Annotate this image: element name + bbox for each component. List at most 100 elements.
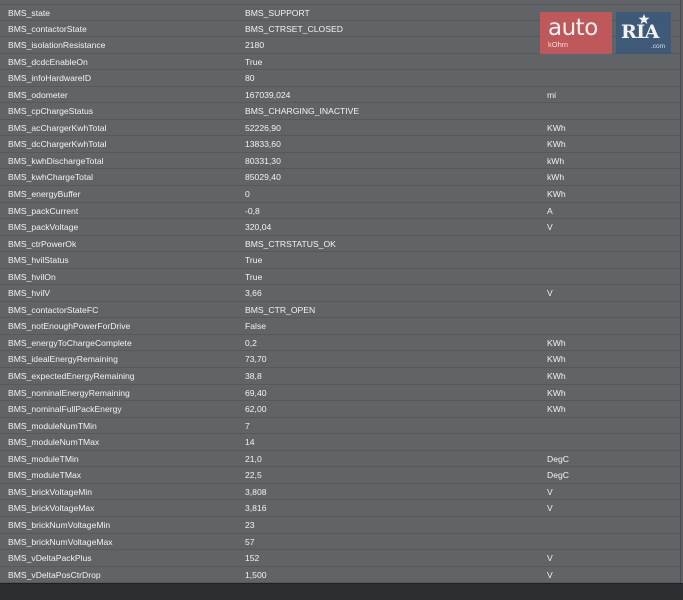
param-name: BMS_hvilV: [8, 288, 51, 299]
bms-data-panel: BMS_state BMS_SUPPORT BMS_contactorState BM…: [0, 0, 681, 583]
bms-data-table: BMS_state BMS_SUPPORT BMS_contactorState BM…: [0, 4, 680, 583]
table-row: BMS_energyBuffer 0 KWh: [0, 186, 680, 203]
param-name: BMS_brickVoltageMin: [8, 486, 93, 497]
param-value: 13833,60: [245, 139, 281, 150]
param-value: 0: [245, 189, 250, 200]
table-row: BMS_kwhDischargeTotal 80331,30 kWh: [0, 153, 680, 170]
param-name: BMS_dcChargerKwhTotal: [8, 139, 107, 150]
param-unit: KWh: [547, 139, 566, 150]
param-value: 14: [245, 437, 255, 448]
param-name: BMS_contactorStateFC: [8, 304, 99, 315]
bottom-scrollbar[interactable]: [0, 583, 683, 600]
param-value: 7: [245, 420, 250, 431]
param-name: BMS_packVoltage: [8, 222, 79, 233]
table-row: BMS_energyToChargeComplete 0,2 KWh: [0, 335, 680, 352]
param-unit: KWh: [547, 371, 566, 382]
table-row: BMS_moduleTMax 22,5 DegC: [0, 467, 680, 484]
param-name: BMS_ctrPowerOk: [8, 238, 77, 249]
param-name: BMS_hvilOn: [8, 271, 56, 282]
param-value: 21,0: [245, 453, 262, 464]
table-row: BMS_nominalFullPackEnergy 62,00 KWh: [0, 401, 680, 418]
param-unit: KWh: [547, 404, 566, 415]
param-name: BMS_moduleTMax: [8, 470, 82, 481]
param-unit: V: [547, 553, 553, 564]
table-row: BMS_moduleTMin 21,0 DegC: [0, 451, 680, 468]
table-row: BMS_expectedEnergyRemaining 38,8 KWh: [0, 368, 680, 385]
param-value: BMS_CTRSTATUS_OK: [245, 238, 336, 249]
param-value: 1,500: [245, 569, 267, 580]
param-unit: DegC: [547, 453, 569, 464]
kohm-text: kOhm: [548, 40, 569, 49]
param-name: BMS_expectedEnergyRemaining: [8, 371, 135, 382]
param-unit: V: [547, 503, 553, 514]
param-value: 23: [245, 519, 255, 530]
param-unit: mi: [547, 89, 557, 100]
param-name: BMS_kwhChargeTotal: [8, 172, 94, 183]
param-name: BMS_nominalFullPackEnergy: [8, 404, 122, 415]
table-row: BMS_kwhChargeTotal 85029,40 kWh: [0, 169, 680, 187]
param-name: BMS_hvilStatus: [8, 255, 69, 266]
param-value: 152: [245, 553, 260, 564]
param-value: True: [245, 255, 263, 266]
table-row: BMS_dcdcEnableOn True: [0, 54, 680, 71]
param-unit: A: [547, 205, 553, 216]
table-row: BMS_ctrPowerOk BMS_CTRSTATUS_OK: [0, 236, 680, 253]
table-row: BMS_contactorStateFC BMS_CTR_OPEN: [0, 302, 680, 319]
table-row: BMS_vDeltaPosCtrDrop 1,500 V: [0, 567, 680, 583]
param-value: 0,2: [245, 337, 257, 348]
param-name: BMS_idealEnergyRemaining: [8, 354, 118, 365]
param-name: BMS_acChargerKwhTotal: [8, 122, 107, 133]
param-unit: V: [547, 288, 553, 299]
param-name: BMS_brickNumVoltageMin: [8, 519, 111, 530]
param-name: BMS_state: [8, 8, 51, 18]
param-name: BMS_moduleTMin: [8, 453, 79, 464]
param-unit: V: [547, 486, 553, 497]
table-row: BMS_cpChargeStatus BMS_CHARGING_INACTIVE: [0, 103, 680, 120]
table-row: BMS_idealEnergyRemaining 73,70 KWh: [0, 351, 680, 369]
param-value: 80331,30: [245, 155, 281, 166]
table-row: BMS_brickVoltageMin 3,808 V: [0, 484, 680, 501]
param-value: 22,5: [245, 470, 262, 481]
table-row: BMS_hvilOn True: [0, 269, 680, 286]
param-name: BMS_brickNumVoltageMax: [8, 536, 113, 547]
table-row: BMS_acChargerKwhTotal 52226,90 KWh: [0, 120, 680, 137]
table-row: BMS_brickNumVoltageMin 23: [0, 517, 680, 534]
param-value: 3,66: [245, 288, 262, 299]
param-name: BMS_contactorState: [8, 23, 87, 34]
param-name: BMS_brickVoltageMax: [8, 503, 95, 514]
com-text: .com: [650, 43, 665, 50]
param-name: BMS_dcdcEnableOn: [8, 56, 88, 67]
param-name: BMS_moduleNumTMax: [8, 437, 100, 448]
param-unit: KWh: [547, 189, 566, 200]
param-name: BMS_infoHardwareID: [8, 73, 92, 84]
param-value: BMS_CTRSET_CLOSED: [245, 23, 343, 34]
param-value: 73,70: [245, 354, 267, 365]
param-unit: KWh: [547, 122, 566, 133]
param-value: True: [245, 271, 263, 282]
ria-logo-text: RIA: [621, 21, 659, 43]
table-row: BMS_moduleNumTMin 7: [0, 418, 680, 435]
table-row: BMS_moduleNumTMax 14: [0, 434, 680, 451]
param-name: BMS_vDeltaPosCtrDrop: [8, 569, 101, 580]
ria-logo-block: RIA .com: [616, 12, 671, 54]
param-name: BMS_energyBuffer: [8, 189, 81, 200]
table-row: BMS_notEnoughPowerForDrive False: [0, 318, 680, 335]
param-value: 2180: [245, 40, 265, 51]
param-unit: KWh: [547, 354, 566, 365]
param-value: True: [245, 56, 263, 67]
param-name: BMS_energyToChargeComplete: [8, 337, 132, 348]
table-row: BMS_packVoltage 320,04 V: [0, 219, 680, 236]
param-value: 62,00: [245, 404, 267, 415]
param-unit: kWh: [547, 155, 565, 166]
auto-logo-text: auto: [548, 15, 598, 41]
param-name: BMS_isolationResistance: [8, 40, 106, 51]
auto-logo-block: auto kOhm: [540, 12, 612, 54]
param-unit: DegC: [547, 470, 569, 481]
param-name: BMS_notEnoughPowerForDrive: [8, 321, 131, 332]
param-value: 320,04: [245, 222, 272, 233]
param-value: 167039,024: [245, 89, 291, 100]
table-row: BMS_brickVoltageMax 3,816 V: [0, 500, 680, 517]
param-name: BMS_kwhDischargeTotal: [8, 155, 104, 166]
param-value: BMS_SUPPORT: [245, 8, 310, 18]
param-value: 38,8: [245, 371, 262, 382]
